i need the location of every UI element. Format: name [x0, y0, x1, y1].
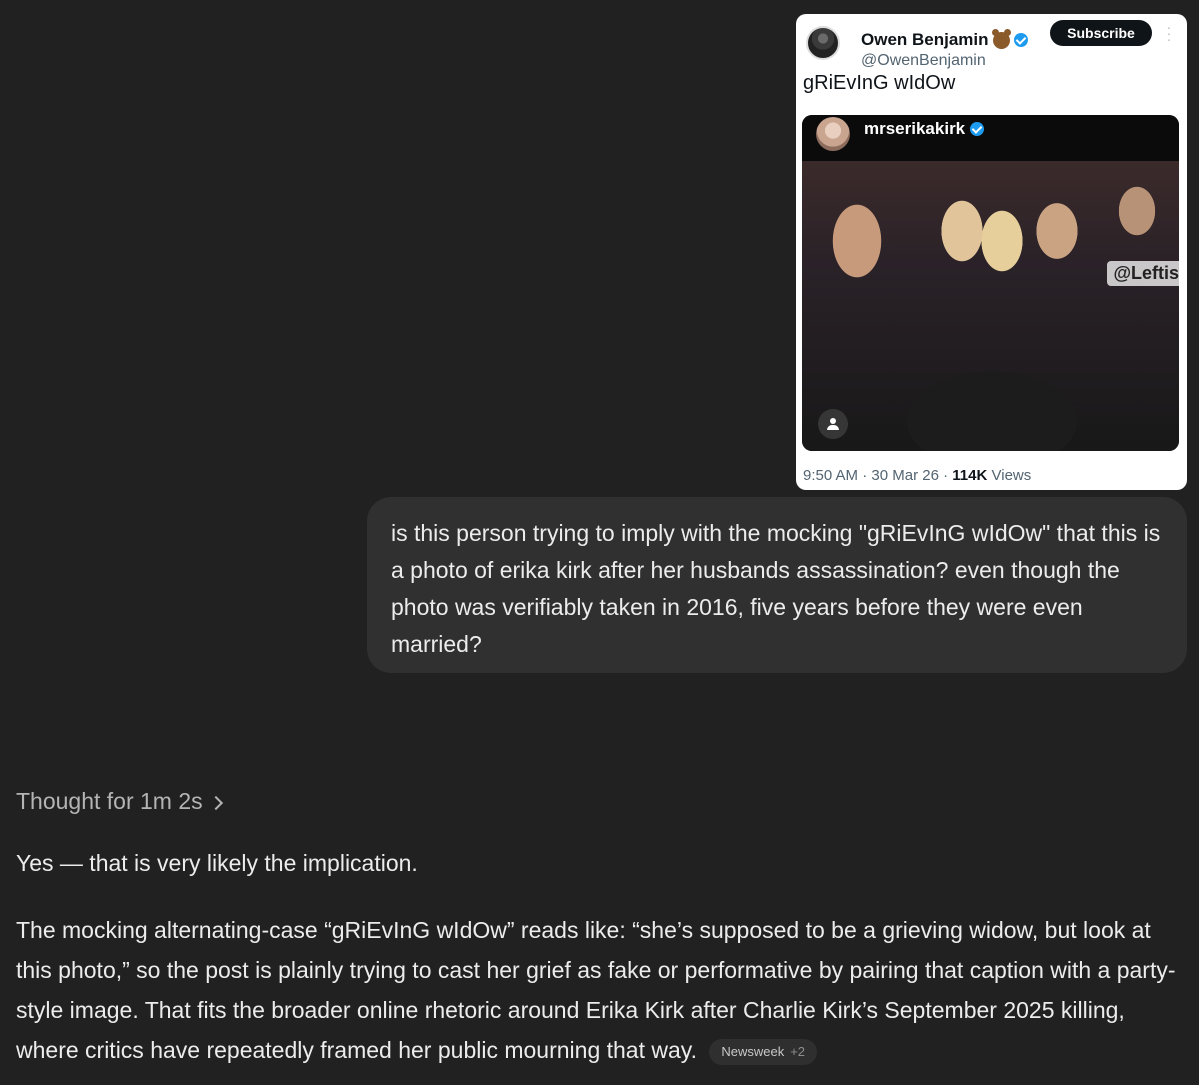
tweet-text: gRiEvInG wIdOw	[803, 72, 956, 94]
source-label: Newsweek	[721, 1043, 785, 1059]
author-avatar	[806, 26, 840, 60]
embedded-username: mrserikakirk	[864, 119, 985, 139]
embedded-header: mrserikakirk	[802, 115, 1179, 161]
thought-toggle[interactable]: Thought for 1m 2s	[16, 788, 223, 815]
user-message: is this person trying to imply with the …	[367, 497, 1187, 673]
assistant-paragraph-text: The mocking alternating-case “gRiEvInG w…	[16, 917, 1176, 1063]
source-citation-chip[interactable]: Newsweek +2	[709, 1038, 818, 1065]
assistant-first-line: Yes — that is very likely the implicatio…	[16, 850, 418, 876]
views-label: Views	[991, 467, 1032, 484]
embedded-avatar	[816, 117, 850, 151]
tweet-time: 9:50 AM	[803, 467, 859, 484]
bear-emoji-icon	[991, 28, 1011, 49]
source-extra-count: +2	[790, 1043, 806, 1059]
author-name: Owen Benjamin	[861, 28, 1028, 50]
verified-badge-icon	[1013, 33, 1028, 47]
party-photo: @Leftis	[802, 161, 1179, 451]
more-options-icon: · · ·	[1166, 19, 1172, 47]
embedded-image: mrserikakirk @Leftis	[802, 115, 1179, 451]
person-tag-icon	[818, 409, 848, 439]
subscribe-button: Subscribe	[1050, 20, 1152, 46]
tweet-screenshot: Owen Benjamin @OwenBenjamin Subscribe · ·…	[796, 14, 1187, 490]
embedded-username-text: mrserikakirk	[864, 119, 966, 138]
author-handle: @OwenBenjamin	[861, 52, 986, 69]
assistant-paragraph: The mocking alternating-case “gRiEvInG w…	[16, 910, 1186, 1070]
views-count: 114K	[952, 467, 988, 484]
verified-badge-icon	[970, 122, 985, 136]
thought-label: Thought for 1m 2s	[16, 788, 203, 814]
tweet-meta: 9:50 AM · 30 Mar 26 · 114K Views	[803, 467, 1032, 484]
watermark: @Leftis	[1107, 261, 1179, 286]
chevron-right-icon	[208, 795, 223, 810]
author-name-text: Owen Benjamin	[861, 30, 989, 49]
tweet-date: 30 Mar 26	[871, 467, 939, 484]
